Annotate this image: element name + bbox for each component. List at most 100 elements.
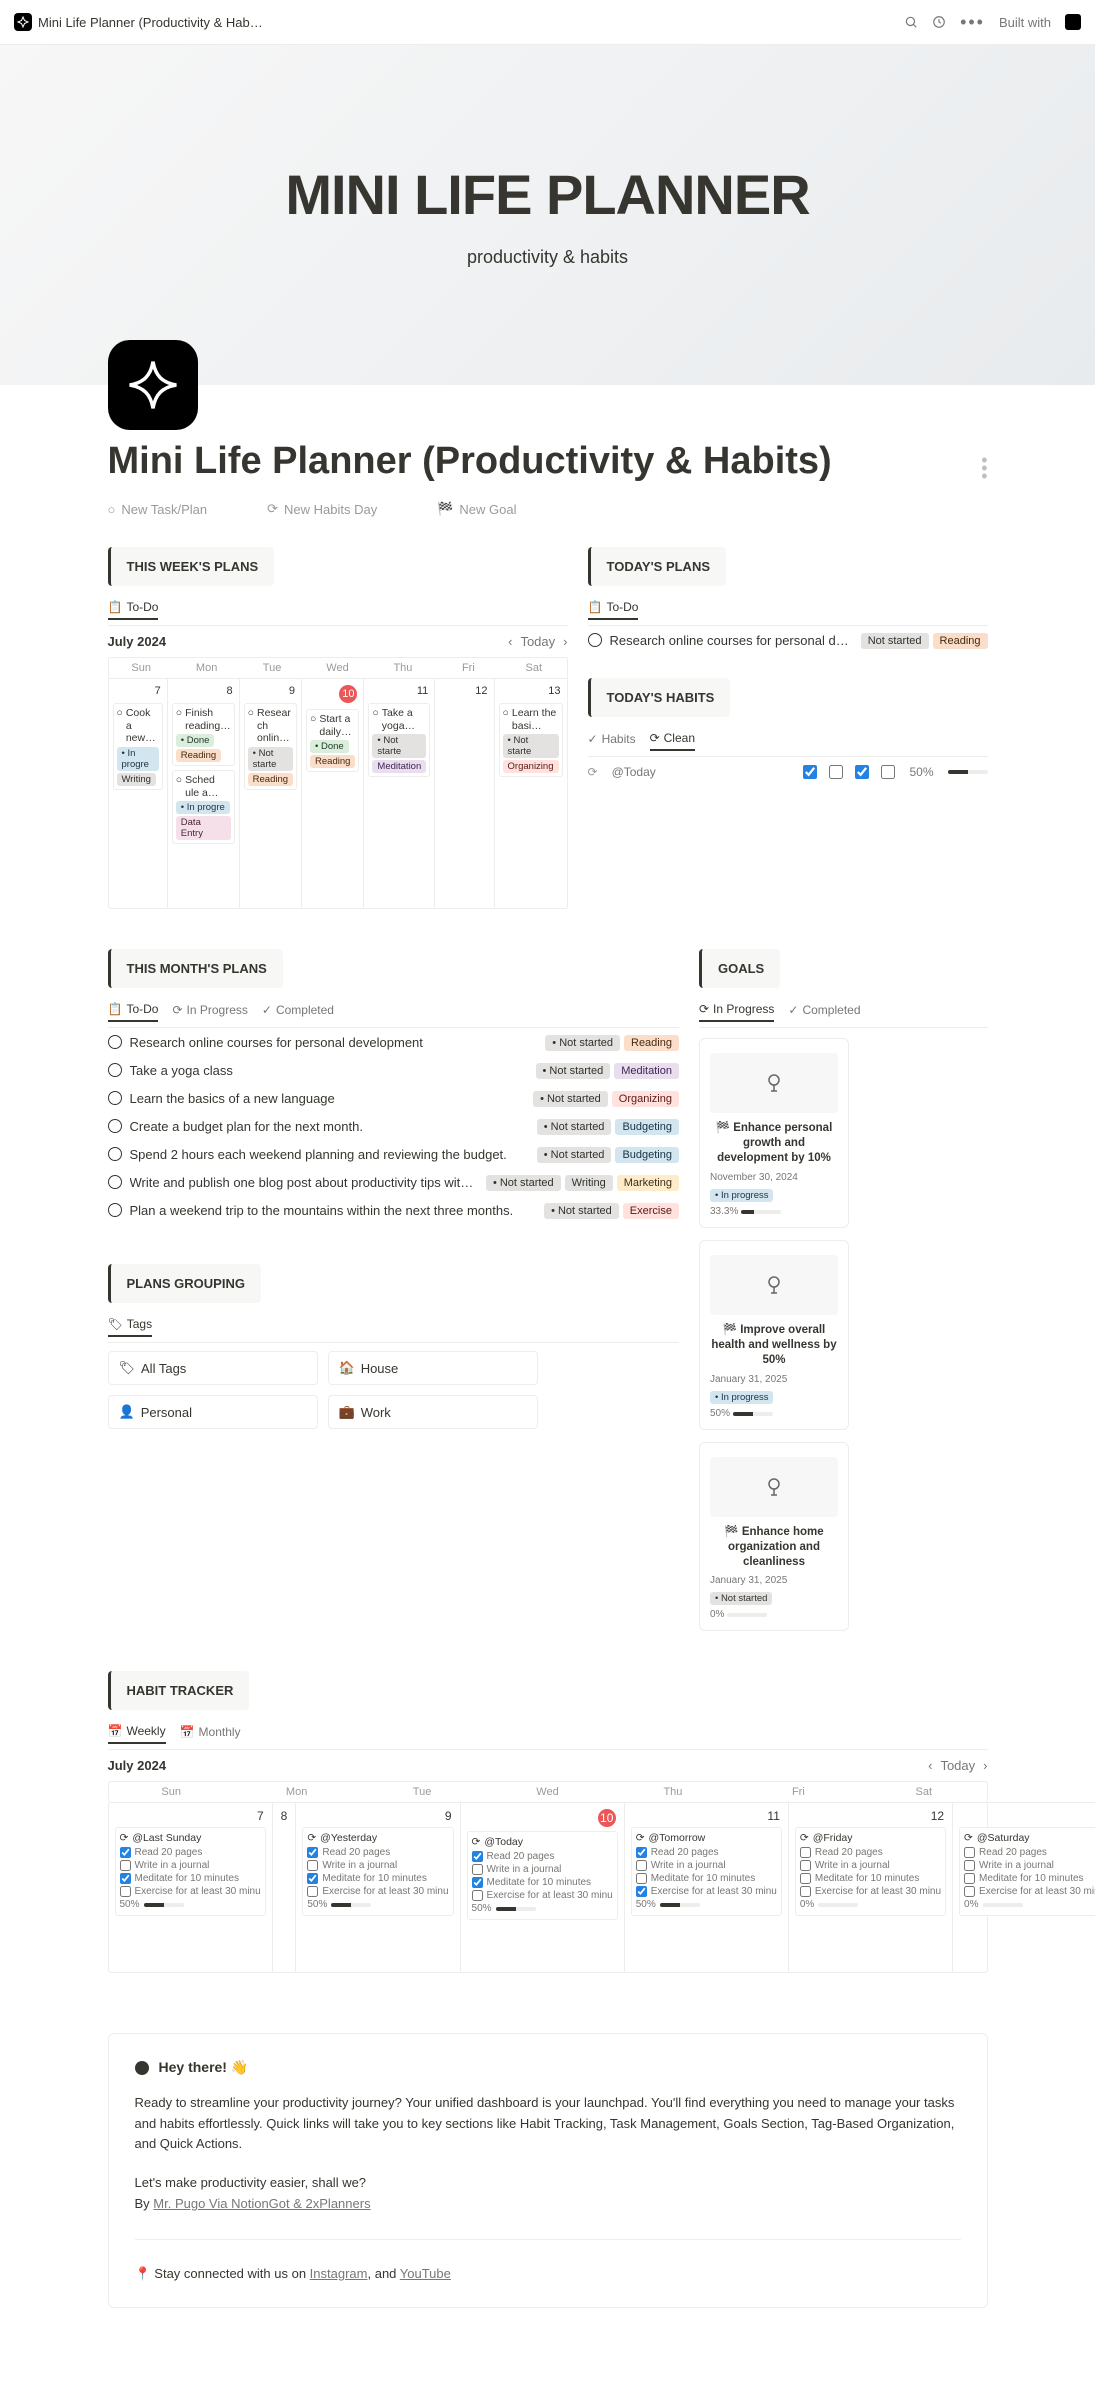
habit-day-block[interactable]: ⟳@FridayRead 20 pagesWrite in a journalM… — [795, 1827, 946, 1916]
habit-day-block[interactable]: ⟳@SaturdayRead 20 pagesWrite in a journa… — [959, 1827, 1095, 1916]
habit-checkbox[interactable] — [964, 1873, 975, 1884]
habit-checkbox[interactable] — [964, 1886, 975, 1897]
month-plan-item[interactable]: Plan a weekend trip to the mountains wit… — [108, 1196, 679, 1224]
byline-link[interactable]: Mr. Pugo Via NotionGot & 2xPlanners — [153, 2196, 370, 2211]
calendar-cell[interactable]: 12 — [435, 678, 494, 908]
habit-checkbox[interactable] — [120, 1886, 131, 1897]
habit-checkbox[interactable] — [120, 1847, 131, 1858]
habit-checkbox[interactable] — [855, 765, 869, 779]
tag-card[interactable]: 👤Personal — [108, 1395, 318, 1429]
habit-day-block[interactable]: ⟳@Last SundayRead 20 pagesWrite in a jou… — [115, 1827, 266, 1916]
notion-icon[interactable] — [1065, 14, 1081, 30]
checkbox-icon[interactable] — [108, 1119, 122, 1133]
habit-checkbox[interactable] — [307, 1886, 318, 1897]
habit-checkbox[interactable] — [307, 1847, 318, 1858]
month-plan-item[interactable]: Learn the basics of a new language• Not … — [108, 1084, 679, 1112]
habit-checkbox[interactable] — [800, 1847, 811, 1858]
tracker-cell[interactable]: 8 — [273, 1802, 297, 1972]
calendar-event[interactable]: ○Cook a new…• In progreWriting — [113, 703, 163, 790]
habit-checkbox[interactable] — [964, 1847, 975, 1858]
new-task-button[interactable]: ○New Task/Plan — [108, 501, 208, 517]
page-menu-icon[interactable]: ••• — [981, 456, 987, 480]
breadcrumb[interactable]: Mini Life Planner (Productivity & Hab… — [14, 13, 263, 31]
habit-checkbox[interactable] — [472, 1877, 483, 1888]
month-plan-item[interactable]: Take a yoga class• Not startedMeditation — [108, 1056, 679, 1084]
tracker-cell[interactable]: 12⟳@FridayRead 20 pagesWrite in a journa… — [789, 1802, 953, 1972]
month-plan-item[interactable]: Spend 2 hours each weekend planning and … — [108, 1140, 679, 1168]
goal-card[interactable]: 🏁 Improve overall health and wellness by… — [699, 1240, 849, 1430]
tab-month-todo[interactable]: 📋 To-Do — [108, 1002, 159, 1022]
search-icon[interactable] — [904, 15, 918, 29]
today-button[interactable]: Today — [520, 634, 555, 649]
habit-day-block[interactable]: ⟳@TodayRead 20 pagesWrite in a journalMe… — [467, 1831, 618, 1920]
calendar-cell[interactable]: 8○Finish reading…• DoneReading○Sched ule… — [168, 678, 240, 908]
calendar-event[interactable]: ○Take a yoga…• Not starteMeditation — [368, 703, 430, 777]
checkbox-icon[interactable] — [108, 1063, 122, 1077]
habit-checkbox[interactable] — [120, 1873, 131, 1884]
tab-todo[interactable]: 📋 To-Do — [108, 600, 159, 620]
habit-checkbox[interactable] — [472, 1864, 483, 1875]
tracker-today-button[interactable]: Today — [940, 1758, 975, 1773]
page-icon[interactable] — [108, 340, 198, 430]
month-plan-item[interactable]: Write and publish one blog post about pr… — [108, 1168, 679, 1196]
calendar-cell[interactable]: 9○Resear ch onlin…• Not starteReading — [240, 678, 302, 908]
habit-checkbox[interactable] — [307, 1860, 318, 1871]
habit-checkbox[interactable] — [964, 1860, 975, 1871]
checkbox-icon[interactable] — [108, 1091, 122, 1105]
more-icon[interactable]: ••• — [960, 12, 985, 33]
youtube-link[interactable]: YouTube — [400, 2266, 451, 2281]
habit-checkbox[interactable] — [829, 765, 843, 779]
tab-habits[interactable]: ✓ Habits — [588, 731, 636, 750]
tracker-cell[interactable]: 9⟳@YesterdayRead 20 pagesWrite in a jour… — [296, 1802, 460, 1972]
instagram-link[interactable]: Instagram — [310, 2266, 368, 2281]
checkbox-icon[interactable] — [108, 1035, 122, 1049]
checkbox-icon[interactable] — [588, 633, 602, 647]
tab-tracker-monthly[interactable]: 📅 Monthly — [180, 1724, 241, 1743]
calendar-event[interactable]: ○Sched ule a…• In progreData Entry — [172, 770, 235, 844]
calendar-cell[interactable]: 7○Cook a new…• In progreWriting — [109, 678, 168, 908]
habit-checkbox[interactable] — [472, 1851, 483, 1862]
habit-checkbox[interactable] — [800, 1860, 811, 1871]
checkbox-icon[interactable] — [108, 1175, 122, 1189]
tracker-cell[interactable]: 7⟳@Last SundayRead 20 pagesWrite in a jo… — [109, 1802, 273, 1972]
checkbox-icon[interactable] — [108, 1147, 122, 1161]
today-plan-item[interactable]: Research online courses for personal dev… — [588, 626, 988, 654]
tag-card[interactable]: 🏠House — [328, 1351, 538, 1385]
habit-checkbox[interactable] — [800, 1886, 811, 1897]
tab-month-inprogress[interactable]: ⟳ In Progress — [172, 1002, 247, 1021]
goal-card[interactable]: 🏁 Enhance home organization and cleanlin… — [699, 1442, 849, 1632]
month-plan-item[interactable]: Research online courses for personal dev… — [108, 1028, 679, 1056]
tracker-cell[interactable]: 11⟳@TomorrowRead 20 pagesWrite in a jour… — [625, 1802, 789, 1972]
tag-card[interactable]: 🏷All Tags — [108, 1351, 318, 1385]
calendar-cell[interactable]: 10○Start a daily…• DoneReading — [302, 678, 364, 908]
habit-day-block[interactable]: ⟳@TomorrowRead 20 pagesWrite in a journa… — [631, 1827, 782, 1916]
habit-checkbox[interactable] — [800, 1873, 811, 1884]
habit-checkbox[interactable] — [636, 1847, 647, 1858]
calendar-event[interactable]: ○Resear ch onlin…• Not starteReading — [244, 703, 297, 790]
tab-today-todo[interactable]: 📋 To-Do — [588, 600, 639, 620]
tracker-cell[interactable]: 13⟳@SaturdayRead 20 pagesWrite in a jour… — [953, 1802, 1095, 1972]
tab-month-completed[interactable]: ✓ Completed — [262, 1002, 334, 1021]
calendar-cell[interactable]: 13○Learn the basi…• Not starteOrganizing — [495, 678, 567, 908]
habit-checkbox[interactable] — [636, 1886, 647, 1897]
habit-checkbox[interactable] — [307, 1873, 318, 1884]
new-goal-button[interactable]: 🏁New Goal — [437, 501, 516, 517]
calendar-event[interactable]: ○Start a daily…• DoneReading — [306, 709, 359, 772]
habit-checkbox[interactable] — [472, 1890, 483, 1901]
tab-goals-inprogress[interactable]: ⟳ In Progress — [699, 1002, 774, 1022]
habit-checkbox[interactable] — [803, 765, 817, 779]
calendar-event[interactable]: ○Finish reading…• DoneReading — [172, 703, 235, 766]
habit-checkbox[interactable] — [881, 765, 895, 779]
calendar-cell[interactable]: 11○Take a yoga…• Not starteMeditation — [364, 678, 435, 908]
habit-checkbox[interactable] — [120, 1860, 131, 1871]
tab-tags[interactable]: 🏷 Tags — [108, 1317, 153, 1337]
next-week-icon[interactable]: › — [563, 634, 567, 649]
clock-icon[interactable] — [932, 15, 946, 29]
today-habit-row[interactable]: ⟳ @Today 50% — [588, 757, 988, 787]
prev-week-icon[interactable]: ‹ — [508, 634, 512, 649]
goal-card[interactable]: 🏁 Enhance personal growth and developmen… — [699, 1038, 849, 1228]
tab-tracker-weekly[interactable]: 📅 Weekly — [108, 1724, 166, 1744]
habit-day-block[interactable]: ⟳@YesterdayRead 20 pagesWrite in a journ… — [302, 1827, 453, 1916]
tab-clean[interactable]: ⟳ Clean — [650, 731, 695, 751]
tab-goals-completed[interactable]: ✓ Completed — [788, 1002, 860, 1021]
